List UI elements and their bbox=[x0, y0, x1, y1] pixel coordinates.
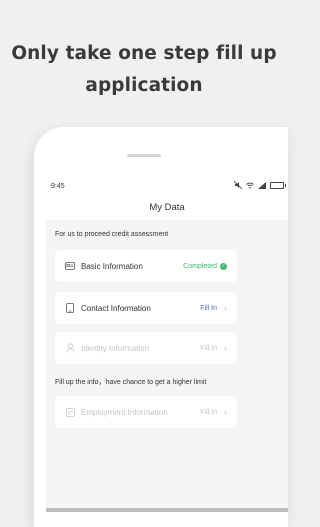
contact-book-icon bbox=[65, 303, 75, 313]
page-title: My Data bbox=[46, 196, 288, 220]
credit-assessment-note: For us to proceed credit assessment bbox=[55, 231, 169, 238]
chevron-right-icon: › bbox=[224, 303, 227, 313]
higher-limit-note: Fill up the info，have chance to get a hi… bbox=[55, 379, 207, 386]
status-icons bbox=[234, 181, 286, 189]
status-fill-in: Fill In › bbox=[200, 303, 227, 313]
chevron-right-icon: › bbox=[224, 343, 227, 353]
document-icon bbox=[65, 407, 75, 417]
chevron-right-icon: › bbox=[224, 407, 227, 417]
status-text: Fill In bbox=[200, 344, 217, 352]
card-label: Identity Information bbox=[81, 343, 150, 353]
id-card-icon bbox=[65, 261, 75, 271]
card-identity-information[interactable]: Identity Information Fill In › bbox=[55, 332, 237, 364]
status-fill-in: Fill In › bbox=[200, 343, 227, 353]
status-text: Fill In bbox=[200, 408, 217, 416]
wifi-icon bbox=[246, 182, 254, 189]
card-label: Basic Information bbox=[81, 261, 143, 271]
phone-speaker bbox=[127, 154, 161, 157]
card-basic-information[interactable]: Basic Information Completed ✓ bbox=[55, 250, 237, 282]
status-bar: 9:45 bbox=[46, 178, 288, 196]
bottom-action-bar bbox=[46, 508, 288, 512]
card-contact-information[interactable]: Contact Information Fill In › bbox=[55, 292, 237, 324]
card-label: Employment Information bbox=[81, 407, 168, 417]
phone-screen: 9:45 My Data For us to proceed credit as… bbox=[46, 178, 288, 512]
status-time: 9:45 bbox=[51, 183, 65, 190]
promo-headline: Only take one step fill up application bbox=[0, 38, 288, 102]
my-data-content: For us to proceed credit assessment Basi… bbox=[46, 220, 288, 512]
card-label: Contact Information bbox=[81, 303, 151, 313]
mute-icon bbox=[234, 181, 242, 189]
card-employment-information[interactable]: Employment Information Fill In › bbox=[55, 396, 237, 428]
person-icon bbox=[65, 343, 75, 353]
status-text: Completed bbox=[183, 262, 217, 270]
battery-icon bbox=[270, 181, 286, 189]
status-text: Fill In bbox=[200, 304, 217, 312]
check-circle-icon: ✓ bbox=[220, 262, 227, 270]
signal-icon bbox=[258, 181, 266, 189]
headline-line-1: Only take one step fill up bbox=[11, 43, 277, 64]
status-fill-in: Fill In › bbox=[200, 407, 227, 417]
headline-line-2: application bbox=[85, 75, 203, 96]
status-completed: Completed ✓ bbox=[183, 262, 227, 270]
